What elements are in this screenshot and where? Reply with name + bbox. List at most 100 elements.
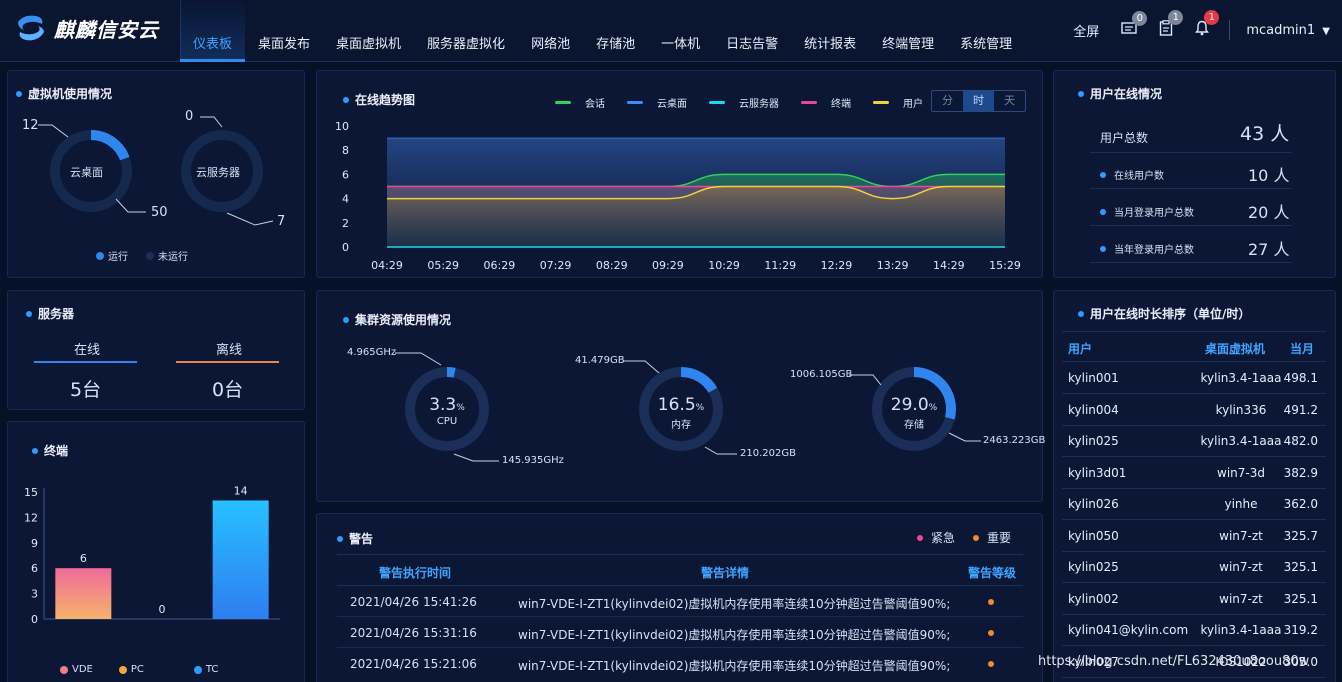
server-donut-label: 云服务器 bbox=[196, 166, 240, 179]
important-level-dot bbox=[988, 599, 994, 605]
x-tick-label: 14:29 bbox=[933, 259, 965, 272]
server-stopped-value: 7 bbox=[277, 214, 286, 229]
top-navigation-bar: 麒麟信安云 仪表板 桌面发布 桌面虚拟机 服务器虚拟化 网络池 存储池 一体机 … bbox=[0, 0, 1342, 62]
nav-statistics[interactable]: 统计报表 bbox=[791, 0, 869, 62]
alarm-row[interactable]: 2021/04/26 15:31:16 win7-VDE-I-ZT1(kylin… bbox=[337, 617, 1023, 648]
nav-storage-pool[interactable]: 存储池 bbox=[583, 0, 648, 62]
ranking-row[interactable]: kylin025 win7-zt 325.1 bbox=[1062, 552, 1326, 583]
y-tick-label: 0 bbox=[342, 241, 349, 254]
yearly-users-value: 27 人 bbox=[1248, 240, 1290, 259]
notification-count-badge: 1 bbox=[1204, 10, 1220, 25]
yearly-users-label: 当年登录用户总数 bbox=[1114, 245, 1194, 256]
ranking-row[interactable]: kylin026 yinhe 362.0 bbox=[1062, 489, 1326, 520]
terminals-panel: 终端 0 3 6 9 12 15 6 0 14 VDE PC TC bbox=[7, 421, 305, 682]
app-logo[interactable]: 麒麟信安云 bbox=[14, 12, 159, 44]
offline-label: 离线 bbox=[216, 343, 243, 358]
ranking-table-body: kylin001 kylin3.4-1aaa 498.1 kylin004 kylin3… bbox=[1062, 363, 1326, 682]
ranking-row[interactable]: kylin041@kylin.com kylin3.4-1aaa 319.2 bbox=[1062, 615, 1326, 646]
online-users-label: 在线用户数 bbox=[1114, 171, 1164, 182]
ranking-vm: win7-zt bbox=[1219, 528, 1263, 543]
watermark-text: https://blog.csdn.net/FL632430u8oou80w bbox=[1038, 654, 1310, 669]
total-users-value: 43 人 bbox=[1240, 123, 1290, 145]
row-divider bbox=[1090, 225, 1292, 226]
ranking-row[interactable]: kylin001 kylin3.4-1aaa 498.1 bbox=[1062, 363, 1326, 394]
vm-column-header: 桌面虚拟机 bbox=[1205, 342, 1266, 356]
nav-appliance[interactable]: 一体机 bbox=[648, 0, 713, 62]
bar-vde bbox=[55, 568, 112, 619]
ranking-user: kylin026 bbox=[1068, 497, 1119, 511]
memory-total-leader bbox=[704, 446, 737, 455]
x-tick-label: 13:29 bbox=[877, 259, 909, 272]
ranking-vm: kylin3.4-1aaa bbox=[1200, 623, 1282, 637]
alarm-row[interactable]: 2021/04/26 15:21:06 win7-VDE-I-ZT1(kylin… bbox=[337, 648, 1023, 679]
bar-tc bbox=[212, 500, 269, 619]
user-online-title: 用户在线情况 bbox=[1078, 85, 1162, 102]
alarm-time: 2021/04/26 15:31:16 bbox=[350, 626, 477, 640]
ranking-hours: 491.2 bbox=[1283, 402, 1318, 417]
pc-legend-dot bbox=[118, 665, 127, 674]
alarm-row[interactable]: 2021/04/26 15:41:26 win7-VDE-I-ZT1(kylin… bbox=[337, 586, 1023, 617]
user-menu[interactable]: mcadmin1 ▼ bbox=[1246, 23, 1330, 38]
message-count-badge: 0 bbox=[1132, 11, 1148, 26]
nav-network-pool[interactable]: 网络池 bbox=[518, 0, 583, 62]
nav-desktop-vm[interactable]: 桌面虚拟机 bbox=[323, 0, 414, 62]
task-button[interactable]: 1 bbox=[1159, 10, 1184, 40]
nav-terminal-management[interactable]: 终端管理 bbox=[869, 0, 947, 62]
x-tick-label: 07:29 bbox=[540, 259, 572, 272]
storage-total-value: 2463.223GB bbox=[983, 435, 1046, 446]
ranking-row[interactable]: kylin3d01 win7-3d 382.9 bbox=[1062, 458, 1326, 489]
ranking-hours: 319.2 bbox=[1283, 623, 1318, 637]
ranking-user: kylin3d01 bbox=[1068, 465, 1127, 480]
fullscreen-button[interactable]: 全屏 bbox=[1073, 21, 1099, 40]
header-actions: 全屏 0 1 1 mcadmin1 ▼ bbox=[1051, 10, 1330, 46]
cpu-used-leader bbox=[395, 352, 442, 366]
message-button[interactable]: 0 bbox=[1121, 11, 1148, 39]
ranking-row[interactable]: kylin050 win7-zt 325.7 bbox=[1062, 521, 1326, 552]
x-tick-label: 05:29 bbox=[427, 259, 459, 272]
ranking-row[interactable]: kylin004 kylin336 491.2 bbox=[1062, 395, 1326, 426]
x-tick-label: 06:29 bbox=[484, 259, 516, 272]
memory-percent: 16.5 bbox=[657, 395, 696, 415]
x-tick-label: 10:29 bbox=[708, 259, 740, 272]
alarm-level-legend: 紧急 重要 bbox=[917, 529, 1011, 546]
memory-used-value: 41.479GB bbox=[575, 355, 625, 366]
main-nav: 仪表板 桌面发布 桌面虚拟机 服务器虚拟化 网络池 存储池 一体机 日志告警 统… bbox=[180, 0, 1025, 62]
stopped-legend-label: 未运行 bbox=[158, 252, 188, 263]
nav-system-management[interactable]: 系统管理 bbox=[947, 0, 1025, 62]
ranking-row[interactable]: kylin002 win7-zt 325.1 bbox=[1062, 584, 1326, 615]
ranking-vm: kylin3.4-1aaa bbox=[1200, 434, 1282, 448]
desktop-stopped-leader bbox=[115, 198, 146, 213]
notification-button[interactable]: 1 bbox=[1195, 10, 1220, 40]
ranking-user: kylin004 bbox=[1068, 402, 1119, 417]
title-dot bbox=[337, 535, 343, 542]
header-top-border bbox=[1062, 331, 1326, 332]
ranking-vm: kylin336 bbox=[1215, 402, 1267, 417]
vm-legend: 运行 未运行 bbox=[96, 248, 188, 263]
y-tick-label: 15 bbox=[24, 486, 38, 499]
x-tick-label: 09:29 bbox=[652, 259, 684, 272]
row-divider bbox=[1090, 262, 1292, 263]
x-tick-label: 08:29 bbox=[596, 259, 628, 272]
important-legend-dot bbox=[973, 534, 980, 541]
cpu-used-value: 4.965GHz bbox=[347, 347, 397, 358]
tc-legend-label: TC bbox=[205, 664, 219, 675]
nav-dashboard[interactable]: 仪表板 bbox=[180, 0, 246, 62]
server-running-value: 0 bbox=[185, 109, 194, 124]
desktop-running-leader bbox=[38, 124, 69, 138]
user-column-header: 用户 bbox=[1068, 342, 1093, 356]
storage-used-leader bbox=[849, 374, 882, 386]
ranking-hours: 482.0 bbox=[1283, 434, 1318, 448]
memory-total-value: 210.202GB bbox=[740, 448, 796, 459]
nav-server-virtualization[interactable]: 服务器虚拟化 bbox=[414, 0, 518, 62]
ranking-row[interactable]: kylin025 kylin3.4-1aaa 482.0 bbox=[1062, 426, 1326, 457]
ranking-user: kylin001 bbox=[1068, 371, 1119, 385]
title-dot bbox=[1078, 90, 1084, 97]
memory-label: 内存 bbox=[671, 420, 691, 431]
nav-log-alarm[interactable]: 日志告警 bbox=[713, 0, 791, 62]
cluster-resource-panel: 集群资源使用情况 4.965GHz 145.935GHz 3.3% CPU 41… bbox=[316, 290, 1046, 502]
nav-desktop-publish[interactable]: 桌面发布 bbox=[245, 0, 323, 62]
duration-title: 用户在线时长排序（单位/时） bbox=[1078, 305, 1250, 322]
x-tick-label: 15:29 bbox=[989, 259, 1021, 272]
urgent-legend-label: 紧急 bbox=[931, 531, 956, 545]
terminal-legend: VDE PC TC bbox=[60, 664, 218, 675]
